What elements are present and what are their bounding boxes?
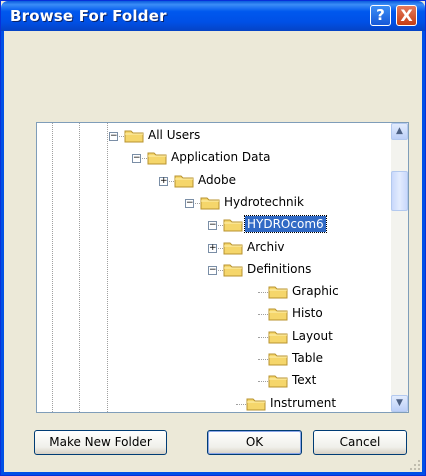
tree-item-label[interactable]: Graphic (290, 283, 341, 299)
folder-icon (268, 286, 288, 299)
tree-connector (236, 404, 246, 405)
tree-item-label[interactable]: Archiv (245, 239, 287, 255)
tree-item[interactable]: − Application Data (37, 148, 387, 168)
folder-icon (223, 219, 243, 232)
scroll-up-button[interactable]: ▲ (391, 123, 408, 140)
tree-item[interactable]: − Definitions (37, 260, 387, 280)
make-new-folder-button[interactable]: Make New Folder (34, 430, 167, 455)
resize-grip-icon[interactable] (410, 460, 420, 470)
collapse-icon[interactable]: − (185, 199, 194, 208)
scroll-thumb[interactable] (391, 171, 408, 211)
folder-icon (268, 331, 288, 344)
tree-connector (258, 359, 268, 360)
folder-icon (223, 242, 243, 255)
tree-item-label[interactable]: Table (290, 350, 325, 366)
tree-item-label[interactable]: Hydrotechnik (222, 194, 306, 210)
expand-icon[interactable]: + (159, 177, 168, 186)
collapse-icon[interactable]: − (132, 154, 141, 163)
tree-item-label[interactable]: Definitions (245, 261, 313, 277)
tree-item-label[interactable]: Adobe (196, 172, 238, 188)
arrow-down-icon: ▼ (396, 398, 403, 408)
folder-icon (147, 152, 167, 165)
vertical-scrollbar[interactable]: ▲ ▼ (391, 123, 408, 412)
tree-connector (258, 337, 268, 338)
folder-icon (124, 130, 144, 143)
collapse-icon[interactable]: − (208, 221, 217, 230)
tree-item[interactable]: Instrument (37, 394, 387, 412)
folder-icon (200, 197, 220, 210)
tree-item-label[interactable]: Text (290, 372, 318, 388)
collapse-icon[interactable]: − (208, 266, 217, 275)
tree-item[interactable]: − HYDROcom6 (37, 215, 387, 235)
folder-icon (268, 353, 288, 366)
tree-item-label[interactable]: HYDROcom6 (244, 215, 327, 233)
tree-item[interactable]: − All Users (37, 126, 387, 146)
ok-button[interactable]: OK (207, 430, 302, 455)
arrow-up-icon: ▲ (396, 126, 403, 136)
help-button[interactable]: ? (370, 5, 391, 26)
tree-item[interactable]: Text (37, 371, 387, 391)
tree-item[interactable]: Table (37, 349, 387, 369)
tree-item[interactable]: − Hydrotechnik (37, 193, 387, 213)
browse-for-folder-dialog: Browse For Folder ? X − All Users − Applica… (0, 0, 426, 476)
window-frame-right (422, 31, 425, 475)
tree-item-label[interactable]: All Users (146, 127, 202, 143)
close-icon: X (400, 6, 413, 25)
window-frame-bottom (1, 472, 425, 475)
expand-icon[interactable]: + (208, 244, 217, 253)
tree-item-label[interactable]: Layout (290, 328, 335, 344)
tree-connector (258, 292, 268, 293)
folder-icon (246, 398, 266, 411)
tree-item[interactable]: Graphic (37, 282, 387, 302)
title-bar[interactable]: Browse For Folder ? X (1, 1, 425, 31)
folder-icon (268, 375, 288, 388)
folder-tree[interactable]: − All Users − Application Data + Adobe − Hydrot… (36, 122, 409, 413)
collapse-icon[interactable]: − (109, 132, 118, 141)
tree-item-label[interactable]: Instrument (268, 395, 338, 411)
tree-item-label[interactable]: Histo (290, 305, 325, 321)
tree-item-label[interactable]: Application Data (169, 149, 273, 165)
tree-connector (258, 381, 268, 382)
tree-item[interactable]: + Archiv (37, 238, 387, 258)
help-icon: ? (376, 6, 385, 24)
folder-icon (268, 308, 288, 321)
tree-item[interactable]: Histo (37, 304, 387, 324)
folder-icon (223, 264, 243, 277)
tree-item[interactable]: + Adobe (37, 171, 387, 191)
folder-icon (174, 175, 194, 188)
window-frame-left (1, 31, 4, 475)
scroll-down-button[interactable]: ▼ (391, 395, 408, 412)
tree-item[interactable]: Layout (37, 327, 387, 347)
tree-connector (258, 314, 268, 315)
close-button[interactable]: X (396, 5, 417, 26)
cancel-button[interactable]: Cancel (313, 430, 407, 455)
window-title: Browse For Folder (10, 7, 167, 25)
